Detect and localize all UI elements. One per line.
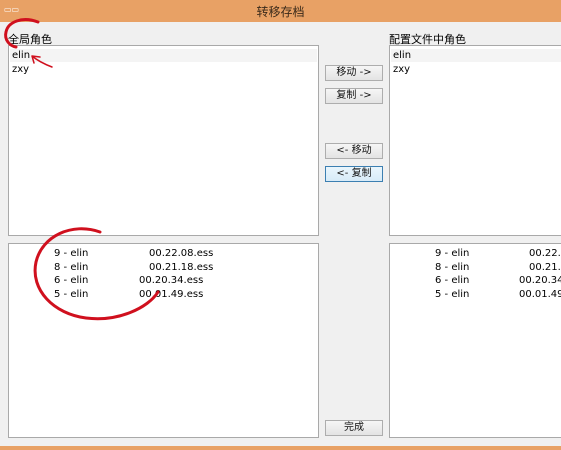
save-label: 5 - elin	[54, 289, 89, 300]
title-bar: ▭▭ 转移存档	[0, 0, 561, 22]
global-characters-list[interactable]: elin zxy	[8, 45, 319, 236]
profile-characters-list[interactable]: elin zxy	[389, 45, 561, 236]
save-time: 00.20.34.ess	[139, 275, 204, 286]
copy-right-button[interactable]: 复制 ->	[325, 88, 383, 104]
table-row[interactable]: 8 - elin 00.21.1	[390, 261, 561, 274]
save-time: 00.01.49.ess	[139, 289, 204, 300]
window-title: 转移存档	[256, 5, 305, 19]
save-label: 8 - elin	[54, 262, 89, 273]
table-row[interactable]: 5 - elin 00.01.49.e	[390, 288, 561, 301]
move-left-button[interactable]: <- 移动	[325, 143, 383, 159]
profile-saves-list[interactable]: 9 - elin 00.22.0 8 - elin 00.21.1 6 - el…	[389, 243, 561, 438]
table-row[interactable]: 9 - elin 00.22.0	[390, 247, 561, 260]
list-item[interactable]: elin	[10, 49, 317, 62]
save-time: 00.21.18.ess	[149, 262, 214, 273]
table-row[interactable]: 5 - elin 00.01.49.ess	[9, 288, 318, 301]
table-row[interactable]: 6 - elin 00.20.34.e	[390, 274, 561, 287]
save-label: 6 - elin	[54, 275, 89, 286]
save-label: 6 - elin	[435, 275, 470, 286]
save-time: 00.20.34.e	[519, 275, 561, 286]
save-time: 00.01.49.e	[519, 289, 561, 300]
save-time: 00.22.08.ess	[149, 248, 214, 259]
window-frame-bottom	[0, 446, 561, 450]
list-item[interactable]: elin	[391, 49, 561, 62]
save-time: 00.21.1	[529, 262, 561, 273]
copy-left-button[interactable]: <- 复制	[325, 166, 383, 182]
done-button[interactable]: 完成	[325, 420, 383, 436]
table-row[interactable]: 8 - elin 00.21.18.ess	[9, 261, 318, 274]
table-row[interactable]: 9 - elin 00.22.08.ess	[9, 247, 318, 260]
save-label: 9 - elin	[54, 248, 89, 259]
table-row[interactable]: 6 - elin 00.20.34.ess	[9, 274, 318, 287]
save-label: 9 - elin	[435, 248, 470, 259]
save-label: 5 - elin	[435, 289, 470, 300]
global-saves-list[interactable]: 9 - elin 00.22.08.ess 8 - elin 00.21.18.…	[8, 243, 319, 438]
list-item[interactable]: zxy	[12, 63, 29, 76]
save-time: 00.22.0	[529, 248, 561, 259]
save-label: 8 - elin	[435, 262, 470, 273]
move-right-button[interactable]: 移动 ->	[325, 65, 383, 81]
list-item[interactable]: zxy	[393, 63, 410, 76]
